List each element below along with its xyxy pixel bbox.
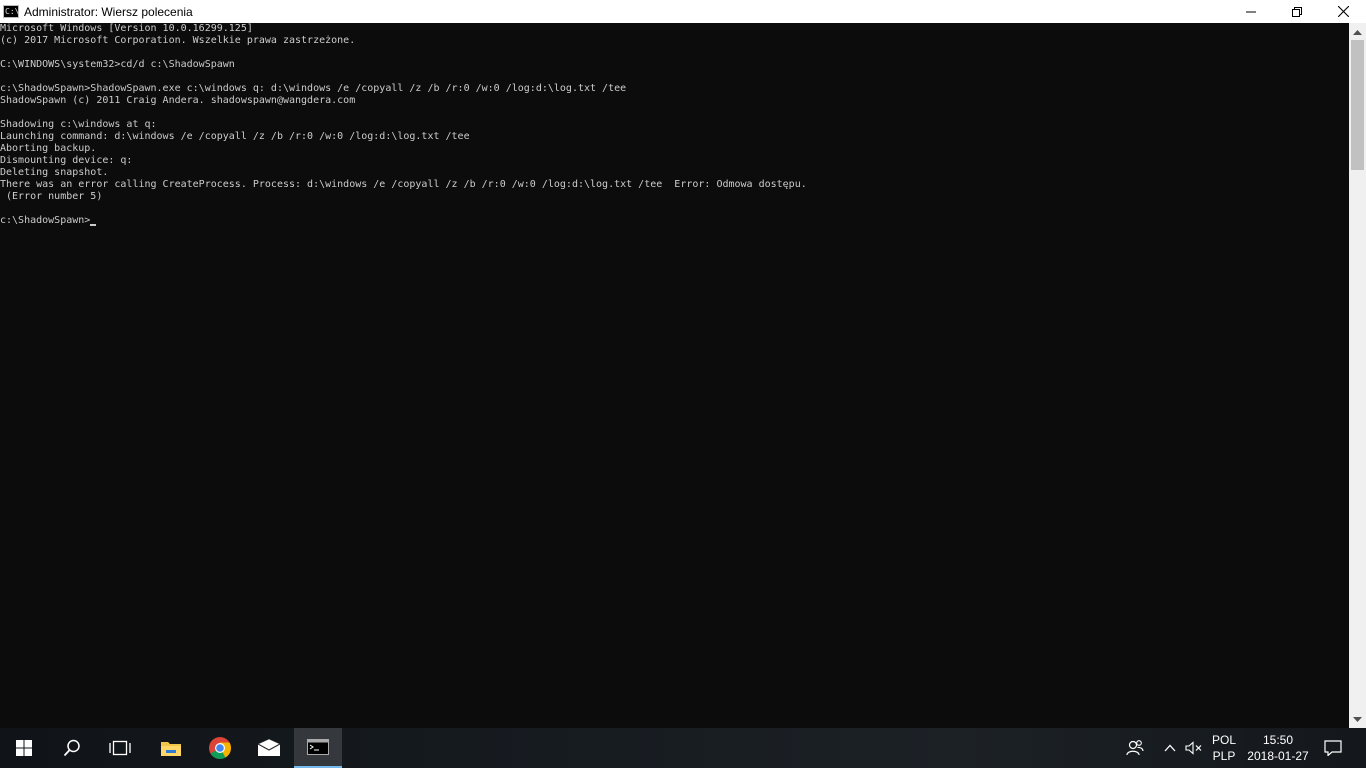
console-line: C:\WINDOWS\system32>cd/d c:\ShadowSpawn — [0, 59, 235, 70]
scroll-thumb[interactable] — [1351, 40, 1364, 170]
close-icon — [1337, 6, 1349, 17]
start-button[interactable] — [0, 728, 48, 768]
minimize-icon — [1246, 11, 1256, 12]
console-line: Aborting backup. — [0, 143, 97, 154]
input-language-indicator[interactable]: POL PLP — [1206, 732, 1242, 764]
search-button[interactable] — [48, 728, 96, 768]
task-view-icon — [109, 740, 131, 756]
console-line: Dismounting device: q: — [0, 155, 133, 166]
clock-time: 15:50 — [1262, 733, 1294, 747]
console-line: Deleting snapshot. — [0, 167, 109, 178]
clock[interactable]: 15:50 2018-01-27 — [1244, 732, 1312, 764]
file-explorer-button[interactable] — [147, 728, 195, 768]
volume-muted-icon — [1185, 741, 1202, 755]
people-icon — [1126, 740, 1144, 756]
scroll-up-button[interactable] — [1349, 23, 1366, 40]
notification-icon — [1324, 740, 1342, 756]
volume-button[interactable] — [1182, 728, 1206, 768]
chrome-icon — [209, 737, 231, 759]
console-line: Microsoft Windows [Version 10.0.16299.12… — [0, 23, 253, 34]
folder-icon — [161, 742, 181, 756]
show-hidden-icons-button[interactable] — [1158, 728, 1182, 768]
cmd-icon[interactable]: C:\ — [3, 5, 19, 18]
people-button[interactable] — [1122, 728, 1148, 768]
chevron-up-icon — [1164, 744, 1176, 752]
text-cursor — [90, 224, 97, 226]
console-line: c:\ShadowSpawn>ShadowSpawn.exe c:\window… — [0, 83, 627, 94]
console-line: Shadowing c:\windows at q: — [0, 119, 157, 130]
windows-logo-icon — [16, 740, 32, 756]
restore-button[interactable] — [1274, 0, 1320, 23]
language-code: POL — [1211, 733, 1236, 747]
mail-button[interactable] — [245, 728, 293, 768]
action-center-button[interactable] — [1318, 728, 1348, 768]
mail-icon — [257, 739, 281, 756]
cmd-icon-glyph: C:\ — [5, 7, 20, 16]
close-button[interactable] — [1320, 0, 1366, 23]
keyboard-layout-code: PLP — [1212, 749, 1236, 763]
console-line: (c) 2017 Microsoft Corporation. Wszelkie… — [0, 35, 356, 46]
window-controls — [1228, 0, 1366, 23]
search-icon — [63, 739, 80, 757]
task-view-button[interactable] — [96, 728, 144, 768]
console-line: ShadowSpawn (c) 2011 Craig Andera. shado… — [0, 95, 356, 106]
console-line: There was an error calling CreateProcess… — [0, 179, 807, 190]
console-line: (Error number 5) — [0, 191, 103, 202]
cmd-window: C:\ Administrator: Wiersz polecenia Micr… — [0, 0, 1366, 728]
scroll-down-button[interactable] — [1349, 711, 1366, 728]
clock-date: 2018-01-27 — [1247, 749, 1309, 763]
minimize-button[interactable] — [1228, 0, 1274, 23]
vertical-scrollbar[interactable] — [1349, 23, 1366, 728]
chevron-down-icon — [1353, 716, 1362, 722]
window-title: Administrator: Wiersz polecenia — [24, 4, 193, 19]
cmd-icon — [307, 739, 329, 755]
chrome-button[interactable] — [196, 728, 244, 768]
command-prompt: c:\ShadowSpawn> — [0, 215, 91, 226]
cmd-taskbar-button[interactable] — [294, 728, 342, 768]
chevron-up-icon — [1353, 29, 1362, 35]
console-line: Launching command: d:\windows /e /copyal… — [0, 131, 470, 142]
title-bar[interactable]: C:\ Administrator: Wiersz polecenia — [0, 0, 1366, 23]
console-output[interactable]: Microsoft Windows [Version 10.0.16299.12… — [0, 23, 1349, 728]
restore-icon — [1292, 6, 1302, 17]
command-prompt-line[interactable]: c:\ShadowSpawn> — [0, 215, 1349, 227]
taskbar: POL PLP 15:50 2018-01-27 — [0, 728, 1366, 768]
